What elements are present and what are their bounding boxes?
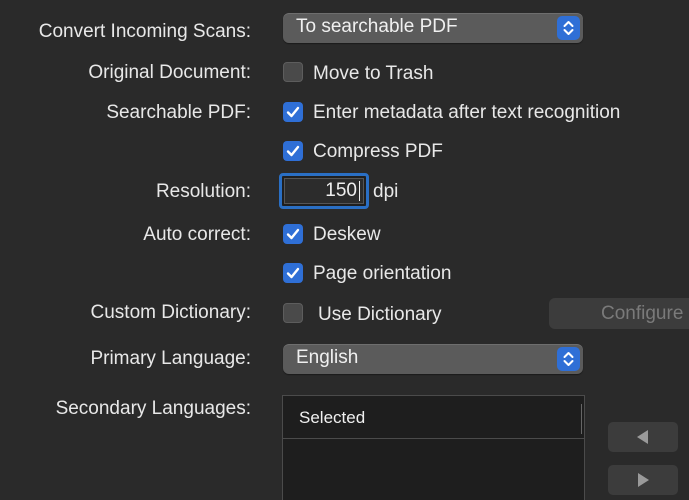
- table-header[interactable]: Selected: [283, 396, 584, 439]
- enter-metadata-checkbox[interactable]: [283, 102, 303, 122]
- checkmark-icon: [286, 267, 300, 279]
- searchable-pdf-label: Searchable PDF:: [106, 102, 251, 123]
- triangle-left-icon: [637, 430, 648, 444]
- column-header-selected: Selected: [299, 408, 366, 427]
- resolution-value: 150: [325, 180, 357, 201]
- primary-language-value: English: [296, 347, 359, 368]
- convert-popup[interactable]: To searchable PDF: [283, 13, 583, 43]
- chevron-up-down-icon: [557, 347, 580, 371]
- enter-metadata-label: Enter metadata after text recognition: [313, 102, 621, 123]
- custom-dictionary-label: Custom Dictionary:: [90, 302, 252, 323]
- chevron-up-down-icon: [557, 16, 580, 40]
- auto-correct-label: Auto correct:: [143, 224, 251, 245]
- checkmark-icon: [286, 228, 300, 240]
- secondary-languages-label: Secondary Languages:: [55, 398, 251, 419]
- resolution-label: Resolution:: [155, 181, 251, 202]
- use-dictionary-checkbox[interactable]: [283, 303, 303, 323]
- resolution-input[interactable]: 150: [279, 173, 369, 209]
- column-divider[interactable]: [581, 404, 582, 434]
- compress-pdf-label: Compress PDF: [313, 141, 443, 162]
- move-left-button[interactable]: [608, 422, 678, 452]
- use-dictionary-label: Use Dictionary: [318, 304, 442, 325]
- primary-language-popup[interactable]: English: [283, 344, 583, 374]
- triangle-right-icon: [638, 473, 649, 487]
- deskew-checkbox[interactable]: [283, 224, 303, 244]
- checkmark-icon: [286, 145, 300, 157]
- convert-label: Convert Incoming Scans:: [38, 21, 251, 42]
- preferences-panel: Convert Incoming Scans: To searchable PD…: [0, 0, 689, 500]
- secondary-languages-table[interactable]: Selected: [282, 395, 585, 500]
- configure-button[interactable]: Configure: [549, 298, 689, 329]
- move-to-trash-label: Move to Trash: [313, 63, 434, 84]
- convert-popup-value: To searchable PDF: [296, 16, 458, 37]
- page-orientation-label: Page orientation: [313, 263, 452, 284]
- page-orientation-checkbox[interactable]: [283, 263, 303, 283]
- deskew-label: Deskew: [313, 224, 381, 245]
- primary-language-label: Primary Language:: [90, 348, 251, 369]
- move-right-button[interactable]: [608, 465, 678, 495]
- original-document-label: Original Document:: [88, 62, 251, 83]
- resolution-unit: dpi: [373, 181, 399, 202]
- compress-pdf-checkbox[interactable]: [283, 141, 303, 161]
- move-to-trash-checkbox[interactable]: [283, 62, 303, 82]
- text-caret: [359, 181, 360, 201]
- checkmark-icon: [286, 106, 300, 118]
